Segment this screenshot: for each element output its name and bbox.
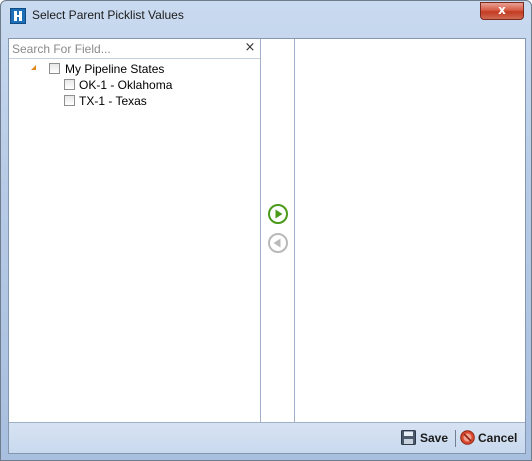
root-checkbox[interactable] [49, 63, 60, 74]
app-icon [10, 8, 26, 24]
dialog-footer: Save Cancel [9, 422, 525, 453]
tree-node-label: TX-1 - Texas [79, 94, 147, 108]
tree-node-label: OK-1 - Oklahoma [79, 78, 173, 92]
dialog-window: Select Parent Picklist Values x × My Pip… [0, 0, 532, 461]
remove-selection-button[interactable] [267, 232, 289, 254]
add-selection-button[interactable] [267, 203, 289, 225]
source-pane: × My Pipeline States OK-1 - Oklahoma TX-… [9, 39, 261, 422]
cancel-button[interactable]: Cancel [460, 430, 526, 446]
child-checkbox[interactable] [64, 95, 75, 106]
search-input[interactable] [9, 39, 237, 58]
transfer-buttons [261, 39, 295, 422]
cancel-icon [460, 430, 475, 445]
save-label: Save [420, 431, 449, 445]
save-icon [401, 430, 416, 445]
tree-node-child[interactable]: OK-1 - Oklahoma [9, 77, 259, 93]
arrow-right-circle-icon [268, 204, 288, 224]
search-box: × [9, 39, 260, 59]
clear-search-icon[interactable]: × [242, 40, 258, 56]
tree-node-child[interactable]: TX-1 - Texas [9, 93, 259, 109]
footer-divider [455, 430, 456, 447]
title-bar[interactable]: Select Parent Picklist Values x [1, 1, 531, 31]
picklist-tree: My Pipeline States OK-1 - Oklahoma TX-1 … [9, 61, 259, 109]
cancel-label: Cancel [478, 431, 518, 445]
tree-node-root[interactable]: My Pipeline States [9, 61, 259, 77]
selected-values-pane[interactable] [295, 39, 525, 422]
child-checkbox[interactable] [64, 79, 75, 90]
tree-node-label: My Pipeline States [65, 62, 165, 76]
close-button[interactable]: x [480, 2, 524, 20]
window-title: Select Parent Picklist Values [32, 8, 184, 22]
dialog-content: × My Pipeline States OK-1 - Oklahoma TX-… [8, 38, 526, 454]
close-icon: x [498, 3, 506, 17]
expand-collapse-icon[interactable] [31, 65, 36, 70]
save-button[interactable]: Save [401, 430, 451, 446]
arrow-left-circle-icon [268, 233, 288, 253]
